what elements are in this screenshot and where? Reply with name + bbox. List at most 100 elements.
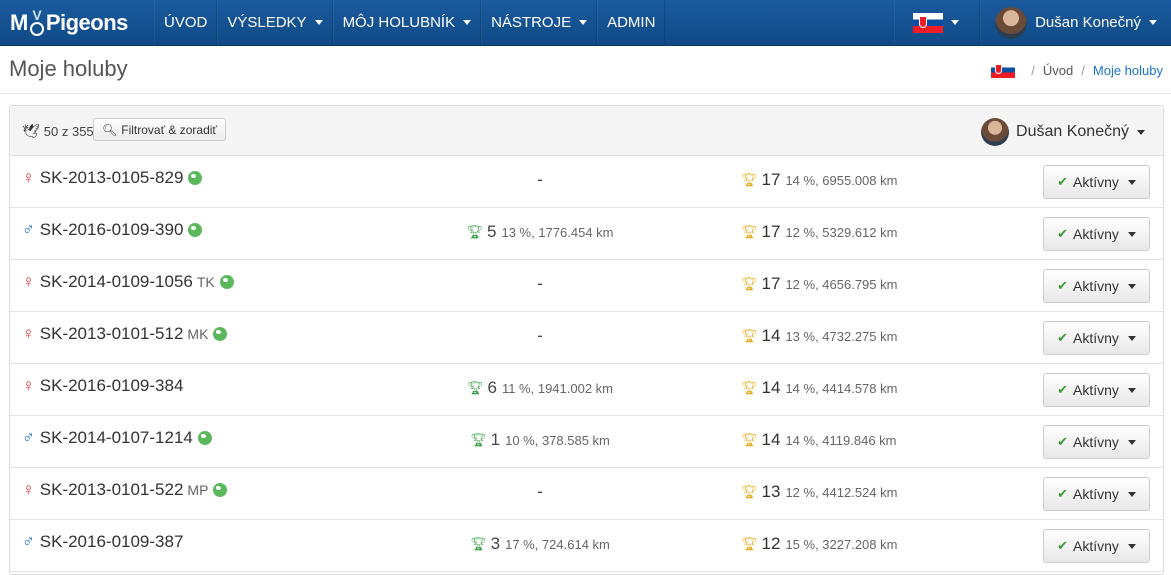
status-button[interactable]: ✔ Aktívny (1043, 321, 1150, 355)
pigeon-row[interactable]: ♀ SK-2013-0105-829 - 🏆︎ 17 14 %, 6955.008 … (10, 156, 1163, 208)
globe-icon (219, 275, 234, 289)
status-button[interactable]: ✔ Aktívny (1043, 165, 1150, 199)
breadcrumb-separator: / (1031, 62, 1035, 78)
female-icon: ♀ (22, 168, 35, 187)
breadcrumb-home[interactable]: Úvod (1043, 63, 1073, 78)
ring-number[interactable]: SK-2016-0109-387 (40, 532, 184, 552)
avatar (995, 6, 1028, 39)
pigeon-row[interactable]: ♂ SK-2016-0109-390 🏆︎ 5 13 %, 1776.454 km … (10, 208, 1163, 260)
trophy-icon: 🏆︎ (741, 484, 758, 499)
nav-uvod-label: ÚVOD (164, 14, 208, 31)
season-count: 5 (487, 222, 497, 241)
total-results: 🏆︎ 14 14 %, 4119.846 km (741, 428, 897, 452)
status-label: Aktívny (1073, 330, 1119, 346)
check-icon: ✔ (1057, 226, 1068, 241)
owner-selector[interactable]: Dušan Konečný (981, 118, 1145, 146)
trophy-icon: 🏆︎ (741, 276, 758, 291)
status-label: Aktívny (1073, 486, 1119, 502)
language-selector[interactable] (894, 0, 981, 45)
check-icon: ✔ (1057, 434, 1068, 449)
season-detail: 11 %, 1941.002 km (501, 380, 614, 396)
filter-label: Filtrovať & zoradiť (121, 122, 217, 137)
total-results: 🏆︎ 14 13 %, 4732.275 km (741, 324, 897, 348)
status-button[interactable]: ✔ Aktívny (1043, 373, 1150, 407)
total-detail: 12 %, 5329.612 km (785, 224, 898, 240)
season-results: - (463, 272, 617, 296)
ring-number[interactable]: SK-2016-0109-390 (40, 220, 184, 240)
status-button[interactable]: ✔ Aktívny (1043, 529, 1150, 563)
male-icon: ♂ (22, 428, 35, 447)
nav-nastroje-label: NÁSTROJE (491, 14, 572, 31)
total-results: 🏆︎ 12 15 %, 3227.208 km (741, 532, 897, 556)
brand-logo[interactable]: M V Pigeons (0, 0, 154, 46)
nav-nastroje[interactable]: NÁSTROJE (481, 0, 598, 45)
total-detail: 14 %, 4414.578 km (785, 380, 898, 396)
status-button[interactable]: ✔ Aktívny (1043, 217, 1150, 251)
female-icon: ♀ (22, 272, 35, 291)
total-detail: 15 %, 3227.208 km (785, 536, 898, 552)
female-icon: ♀ (22, 324, 35, 343)
total-count: 17 (761, 170, 781, 189)
chevron-down-icon (1137, 129, 1145, 135)
ring-number[interactable]: SK-2014-0107-1214 (40, 428, 193, 448)
medal-icon: V (29, 8, 44, 36)
empty-value: - (537, 274, 543, 293)
pigeon-ring-cell: ♂ SK-2014-0107-1214 (22, 428, 212, 448)
breadcrumb-current[interactable]: Moje holuby (1093, 63, 1163, 78)
season-detail: 17 %, 724.614 km (505, 536, 610, 552)
bird-icon: 🕊 (22, 123, 40, 139)
total-count: 14 (761, 326, 781, 345)
pigeon-list: ♀ SK-2013-0105-829 - 🏆︎ 17 14 %, 6955.008 … (10, 156, 1163, 572)
status-button[interactable]: ✔ Aktívny (1043, 425, 1150, 459)
slovak-flag-icon (913, 12, 944, 33)
total-results: 🏆︎ 13 12 %, 4412.524 km (741, 480, 897, 504)
brand-name: Pigeons (45, 10, 129, 35)
season-results: - (463, 168, 617, 192)
status-button[interactable]: ✔ Aktívny (1043, 269, 1150, 303)
pigeon-tag: MK (187, 326, 209, 342)
user-menu[interactable]: Dušan Konečný (980, 0, 1171, 45)
chevron-down-icon (1127, 283, 1136, 289)
pigeon-row[interactable]: ♀ SK-2013-0101-522 MP - 🏆︎ 13 12 %, 4412.5… (10, 468, 1163, 520)
chevron-down-icon (1127, 179, 1136, 185)
pigeon-row[interactable]: ♀ SK-2016-0109-384 🏆︎ 6 11 %, 1941.002 km … (10, 364, 1163, 416)
pigeon-ring-cell: ♂ SK-2016-0109-390 (22, 220, 203, 240)
pigeon-tag: MP (187, 482, 209, 498)
count-text: 50 z 355 (43, 124, 94, 139)
pigeon-ring-cell: ♀ SK-2013-0105-829 (22, 168, 203, 188)
pigeon-row[interactable]: ♂ SK-2016-0109-387 🏆︎ 3 17 %, 724.614 km 🏆… (10, 520, 1163, 572)
page-header: Moje holuby / Úvod / Moje holuby (0, 46, 1171, 94)
ring-number[interactable]: SK-2013-0101-522 (40, 480, 184, 500)
pigeon-row[interactable]: ♀ SK-2014-0109-1056 TK - 🏆︎ 17 12 %, 4656.… (10, 260, 1163, 312)
panel-toolbar: 🕊 50 z 355 🔍︎ Filtrovať & zoradiť Dušan … (10, 106, 1163, 156)
female-icon: ♀ (22, 480, 35, 499)
pigeon-row[interactable]: ♂ SK-2014-0107-1214 🏆︎ 1 10 %, 378.585 km … (10, 416, 1163, 468)
chevron-down-icon (1127, 231, 1136, 237)
total-count: 13 (761, 482, 781, 501)
nav-moj-holubnik[interactable]: MÔJ HOLUBNÍK (332, 0, 482, 45)
season-count: 6 (487, 378, 497, 397)
chevron-down-icon (951, 20, 960, 25)
globe-icon (188, 171, 203, 185)
total-count: 12 (761, 534, 781, 553)
chevron-down-icon (1127, 335, 1136, 341)
ring-number[interactable]: SK-2013-0105-829 (40, 168, 184, 188)
nav-uvod[interactable]: ÚVOD (154, 0, 218, 45)
season-count: 3 (490, 534, 501, 553)
season-results: 🏆︎ 5 13 %, 1776.454 km (463, 220, 617, 244)
ring-number[interactable]: SK-2013-0101-512 (40, 324, 184, 344)
ring-number[interactable]: SK-2016-0109-384 (40, 376, 184, 396)
total-results: 🏆︎ 17 14 %, 6955.008 km (741, 168, 897, 192)
pigeon-row[interactable]: ♀ SK-2013-0101-512 MK - 🏆︎ 14 13 %, 4732.2… (10, 312, 1163, 364)
season-results: - (463, 480, 617, 504)
nav-holubnik-label: MÔJ HOLUBNÍK (342, 14, 456, 31)
status-button[interactable]: ✔ Aktívny (1043, 477, 1150, 511)
nav-admin[interactable]: ADMIN (597, 0, 666, 45)
total-detail: 12 %, 4412.524 km (785, 484, 898, 500)
nav-vysledky[interactable]: VÝSLEDKY (217, 0, 333, 45)
filter-sort-button[interactable]: 🔍︎ Filtrovať & zoradiť (93, 118, 226, 141)
ring-number[interactable]: SK-2014-0109-1056 (40, 272, 193, 292)
pigeon-ring-cell: ♀ SK-2013-0101-512 MK (22, 324, 228, 344)
total-detail: 12 %, 4656.795 km (785, 276, 898, 292)
